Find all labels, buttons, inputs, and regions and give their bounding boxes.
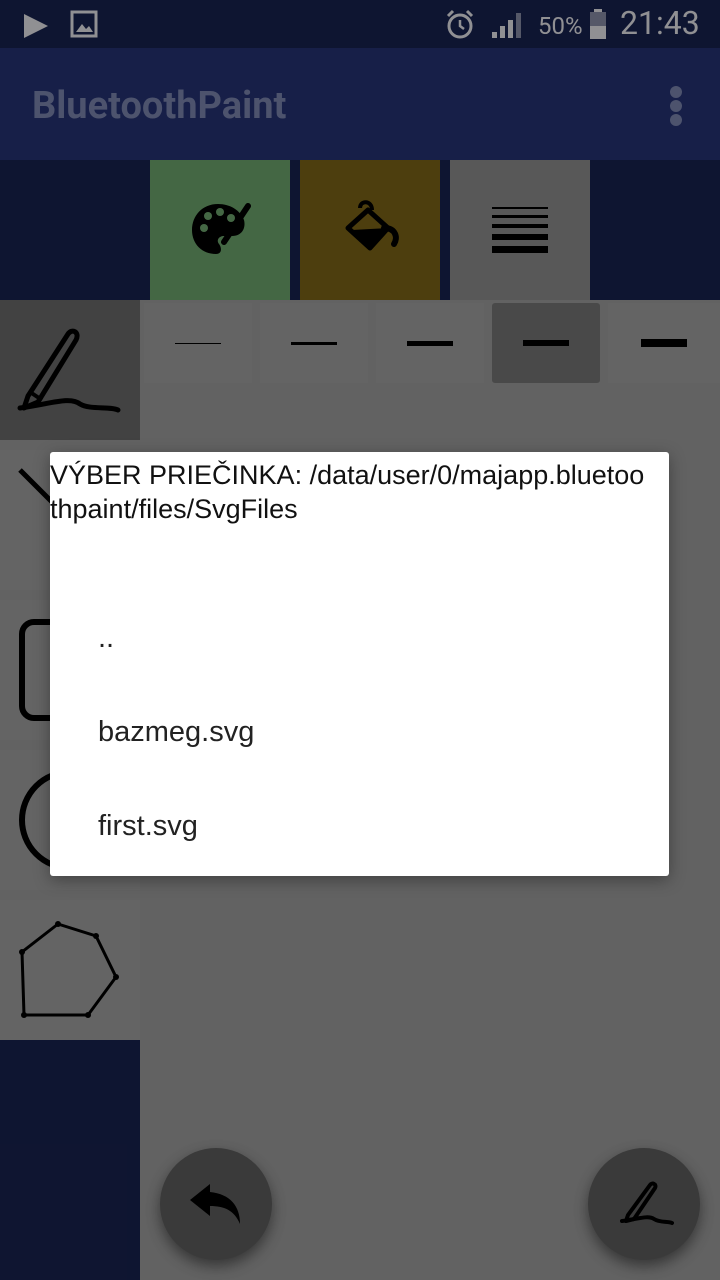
dialog-title: VÝBER PRIEČINKA: /data/user/0/majapp.blu… [50, 460, 645, 524]
list-item-label: .. [98, 622, 115, 654]
list-item-file[interactable]: first.svg [50, 780, 669, 874]
list-item-file[interactable]: bazmeg.svg [50, 686, 669, 780]
list-item-label: first.svg [98, 810, 198, 842]
folder-chooser-dialog: VÝBER PRIEČINKA: /data/user/0/majapp.blu… [50, 452, 669, 876]
list-item-parent-directory[interactable]: .. [50, 592, 669, 686]
list-item-label: bazmeg.svg [98, 716, 255, 748]
